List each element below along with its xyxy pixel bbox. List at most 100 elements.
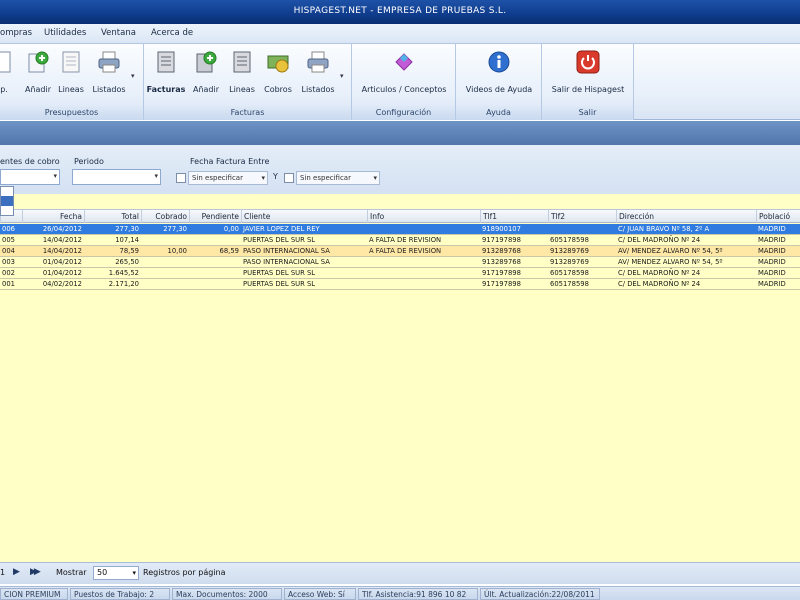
presupuesto-listados-button[interactable]: Listados bbox=[88, 50, 130, 94]
cell-poblacion: MADRID bbox=[758, 280, 786, 288]
cell-tlf2: 605178598 bbox=[550, 280, 589, 288]
lines-icon bbox=[233, 51, 251, 73]
table-row[interactable]: 006 26/04/2012 277,30 277,30 0,00 JAVIER LOPE… bbox=[0, 224, 800, 235]
cobro-filter-label: entes de cobro bbox=[0, 157, 60, 166]
cell-fecha: 04/02/2012 bbox=[42, 280, 82, 288]
listados-dropdown-arrow[interactable]: ▾ bbox=[131, 72, 135, 80]
cell-num: 002 bbox=[2, 269, 15, 277]
dropdown-selected-option[interactable] bbox=[1, 196, 13, 206]
document-icon bbox=[0, 51, 11, 73]
menu-compras[interactable]: ompras bbox=[0, 28, 32, 38]
column-header-pendiente[interactable]: Pendiente bbox=[189, 210, 241, 223]
listados-dropdown-arrow[interactable]: ▾ bbox=[340, 72, 344, 80]
fecha-factura-label: Fecha Factura Entre bbox=[190, 157, 270, 166]
articulos-button[interactable]: Articulos / Conceptos bbox=[354, 50, 454, 94]
column-header-fecha[interactable]: Fecha bbox=[22, 210, 84, 223]
cell-num: 003 bbox=[2, 258, 15, 266]
column-header-tlf1[interactable]: Tlf1 bbox=[480, 210, 548, 223]
title-bar: HISPAGEST.NET - EMPRESA DE PRUEBAS S.L. bbox=[0, 0, 800, 24]
power-icon bbox=[576, 50, 600, 74]
cell-cobrado bbox=[141, 268, 189, 278]
date-to-checkbox[interactable] bbox=[284, 173, 294, 183]
date-from-picker[interactable]: Sin especificar ▾ bbox=[188, 171, 268, 185]
chevron-down-icon: ▾ bbox=[154, 172, 158, 180]
cell-total: 265,50 bbox=[115, 258, 139, 266]
cell-info: A FALTA DE REVISION bbox=[369, 236, 442, 244]
date-to-picker[interactable]: Sin especificar ▾ bbox=[296, 171, 380, 185]
page-size-select[interactable]: 50 ▾ bbox=[93, 566, 139, 580]
cell-direccion: C/ DEL MADROÑO Nº 24 bbox=[618, 269, 701, 277]
table-row[interactable]: 005 14/04/2012 107,14 PUERTAS DEL SUR SL A F… bbox=[0, 235, 800, 246]
cobros-label: Cobros bbox=[264, 85, 292, 94]
cell-direccion: AV/ MENDEZ ALVARO Nº 54, 5º bbox=[618, 258, 723, 266]
column-header-info[interactable]: Info bbox=[367, 210, 480, 223]
cell-pendiente bbox=[189, 257, 241, 267]
menu-acerca-de[interactable]: Acerca de bbox=[151, 28, 193, 38]
cell-pendiente: 68,59 bbox=[219, 247, 239, 255]
cell-num: 006 bbox=[2, 225, 15, 233]
cell-tlf2: 913289769 bbox=[550, 247, 589, 255]
group-label-ayuda: Ayuda bbox=[456, 106, 541, 120]
cell-cobrado bbox=[141, 235, 189, 245]
ribbon-group-presupuestos: p. Añadir Lineas Listados ▾ Presupuestos bbox=[0, 44, 144, 120]
cell-total: 2.171,20 bbox=[108, 280, 139, 288]
menu-bar: ompras Utilidades Ventana Acerca de bbox=[0, 24, 800, 44]
filter-panel: entes de cobro ▾ Periodo ▾ Fecha Factura… bbox=[0, 145, 800, 195]
status-bar: CION PREMIUM Puestos de Trabajo: 2 Max. … bbox=[0, 586, 800, 600]
table-row[interactable]: 004 14/04/2012 78,59 10,00 68,59 PASO INTERNA… bbox=[0, 246, 800, 257]
chevron-down-icon: ▾ bbox=[53, 172, 57, 180]
periodo-combo[interactable]: ▾ bbox=[72, 169, 161, 185]
cell-cliente: PASO INTERNACIONAL SA bbox=[243, 258, 330, 266]
cell-cliente: PUERTAS DEL SUR SL bbox=[243, 269, 316, 277]
ribbon-group-salir: Salir de Hispagest Salir bbox=[542, 44, 634, 120]
chevron-down-icon: ▾ bbox=[373, 174, 377, 182]
column-header-poblacion[interactable]: Població bbox=[756, 210, 800, 223]
status-workstations: Puestos de Trabajo: 2 bbox=[70, 588, 170, 600]
invoice-grid: Fecha Total Cobrado Pendiente Cliente In… bbox=[0, 194, 800, 562]
last-page-icon[interactable]: ▶▶ bbox=[30, 567, 41, 577]
table-row[interactable]: 003 01/04/2012 265,50 PASO INTERNACIONAL SA… bbox=[0, 257, 800, 268]
money-icon bbox=[267, 55, 289, 73]
cell-tlf1: 917197898 bbox=[482, 280, 521, 288]
status-web-access: Acceso Web: Sí bbox=[284, 588, 356, 600]
column-header-total[interactable]: Total bbox=[84, 210, 141, 223]
cell-direccion: C/ JUAN BRAVO Nº 58, 2º A bbox=[618, 225, 710, 233]
chevron-down-icon: ▾ bbox=[261, 174, 265, 182]
cobros-button[interactable]: Cobros bbox=[260, 50, 296, 94]
menu-ventana[interactable]: Ventana bbox=[101, 28, 136, 38]
cell-cobrado bbox=[141, 257, 189, 267]
presupuesto-listados-label: Listados bbox=[92, 85, 126, 94]
presupuesto-lines-button[interactable]: Lineas bbox=[54, 50, 88, 94]
facturas-button[interactable]: Facturas bbox=[146, 50, 186, 94]
presupuestos-button[interactable]: p. bbox=[0, 50, 14, 94]
cell-info bbox=[367, 268, 480, 278]
date-from-checkbox[interactable] bbox=[176, 173, 186, 183]
column-header-direccion[interactable]: Dirección bbox=[616, 210, 756, 223]
cell-cliente: PUERTAS DEL SUR SL bbox=[243, 280, 316, 288]
cell-total: 1.645,52 bbox=[108, 269, 139, 277]
cobro-filter-combo[interactable]: ▾ bbox=[0, 169, 60, 185]
articulos-label: Articulos / Conceptos bbox=[361, 85, 447, 94]
factura-lines-button[interactable]: Lineas bbox=[226, 50, 258, 94]
table-row[interactable]: 001 04/02/2012 2.171,20 PUERTAS DEL SUR SL 9… bbox=[0, 279, 800, 290]
factura-listados-label: Listados bbox=[301, 85, 335, 94]
cell-num: 004 bbox=[2, 247, 15, 255]
factura-listados-button[interactable]: Listados bbox=[298, 50, 338, 94]
cell-tlf1: 917197898 bbox=[482, 269, 521, 277]
factura-add-button[interactable]: Añadir bbox=[188, 50, 224, 94]
next-page-icon[interactable]: ▶ bbox=[13, 567, 20, 577]
salir-label: Salir de Hispagest bbox=[551, 85, 625, 94]
column-header-tlf2[interactable]: Tlf2 bbox=[548, 210, 616, 223]
table-row[interactable]: 002 01/04/2012 1.645,52 PUERTAS DEL SUR SL 9… bbox=[0, 268, 800, 279]
videos-ayuda-button[interactable]: Videos de Ayuda bbox=[458, 50, 540, 94]
show-label: Mostrar bbox=[56, 568, 87, 577]
status-support-phone: Tlf. Asistencia:91 896 10 82 bbox=[358, 588, 478, 600]
column-header-cliente[interactable]: Cliente bbox=[241, 210, 367, 223]
presupuesto-lines-label: Lineas bbox=[58, 85, 84, 94]
group-label-configuracion: Configuración bbox=[352, 106, 455, 120]
menu-utilidades[interactable]: Utilidades bbox=[44, 28, 86, 38]
column-header-cobrado[interactable]: Cobrado bbox=[141, 210, 189, 223]
salir-button[interactable]: Salir de Hispagest bbox=[544, 50, 632, 94]
cobro-dropdown-list[interactable] bbox=[0, 186, 14, 216]
presupuesto-add-button[interactable]: Añadir bbox=[20, 50, 56, 94]
